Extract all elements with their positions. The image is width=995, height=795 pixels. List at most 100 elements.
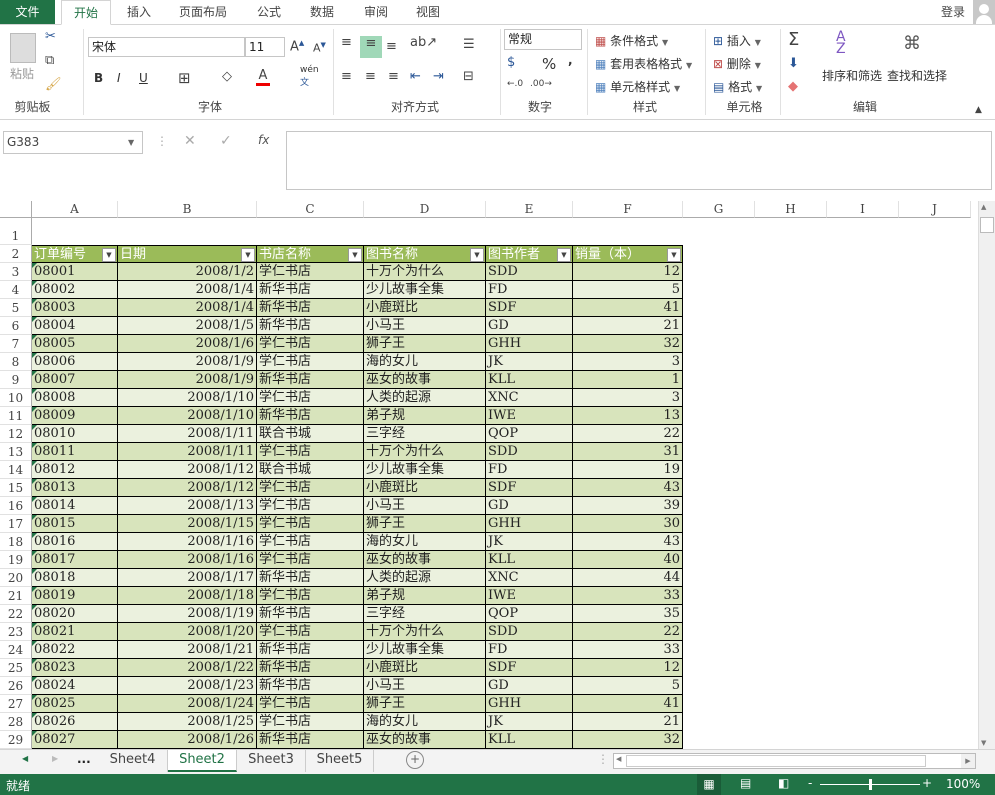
table-cell[interactable]: XNC: [486, 389, 573, 407]
table-cell[interactable]: FD: [486, 641, 573, 659]
column-header[interactable]: E: [486, 201, 573, 218]
row-header[interactable]: 14: [0, 461, 32, 479]
font-name-select[interactable]: 宋体: [88, 37, 245, 57]
table-cell[interactable]: 小马王: [364, 497, 486, 515]
table-cell[interactable]: SDF: [486, 659, 573, 677]
table-cell[interactable]: 联合书城: [257, 461, 364, 479]
table-cell[interactable]: 新华书店: [257, 569, 364, 587]
table-cell[interactable]: 21: [573, 713, 683, 731]
find-select-button[interactable]: 查找和选择: [887, 67, 947, 84]
bold-button[interactable]: B: [94, 71, 103, 85]
table-cell[interactable]: XNC: [486, 569, 573, 587]
tab-page-layout[interactable]: 页面布局: [172, 0, 234, 25]
table-cell[interactable]: 三字经: [364, 425, 486, 443]
filter-dropdown-button[interactable]: ▼: [667, 248, 681, 262]
table-cell[interactable]: GHH: [486, 515, 573, 533]
row-header[interactable]: 7: [0, 335, 32, 353]
table-cell[interactable]: 32: [573, 335, 683, 353]
zoom-out-button[interactable]: -: [808, 776, 812, 790]
decrease-decimal-icon[interactable]: .00→: [530, 79, 552, 89]
table-cell[interactable]: 学仁书店: [257, 497, 364, 515]
table-cell[interactable]: 2008/1/5: [118, 317, 257, 335]
table-cell[interactable]: 学仁书店: [257, 623, 364, 641]
table-cell[interactable]: 41: [573, 695, 683, 713]
table-cell[interactable]: SDD: [486, 623, 573, 641]
table-cell[interactable]: 2008/1/11: [118, 425, 257, 443]
table-cell[interactable]: 2008/1/11: [118, 443, 257, 461]
table-cell[interactable]: FD: [486, 461, 573, 479]
sort-filter-button[interactable]: 排序和筛选: [822, 67, 882, 84]
table-cell[interactable]: 2008/1/23: [118, 677, 257, 695]
table-cell[interactable]: 学仁书店: [257, 353, 364, 371]
table-cell[interactable]: 2008/1/2: [118, 263, 257, 281]
login-link[interactable]: 登录: [935, 0, 971, 25]
table-cell[interactable]: 巫女的故事: [364, 551, 486, 569]
table-cell[interactable]: 2008/1/4: [118, 281, 257, 299]
filter-dropdown-button[interactable]: ▼: [241, 248, 255, 262]
table-cell[interactable]: 2008/1/17: [118, 569, 257, 587]
copy-icon[interactable]: ⧉: [45, 53, 54, 68]
table-cell[interactable]: 新华书店: [257, 605, 364, 623]
formula-input[interactable]: [286, 131, 992, 190]
percent-button[interactable]: %: [542, 55, 556, 73]
normal-view-icon[interactable]: ▦: [697, 774, 721, 795]
table-cell[interactable]: 08019: [32, 587, 118, 605]
table-cell[interactable]: 08012: [32, 461, 118, 479]
orientation-icon[interactable]: ab↗: [410, 35, 437, 50]
vertical-scroll-thumb[interactable]: [980, 217, 994, 233]
table-cell[interactable]: 狮子王: [364, 515, 486, 533]
page-layout-view-icon[interactable]: ▤: [740, 776, 751, 790]
table-header-cell[interactable]: 图书名称 ▼: [364, 245, 486, 263]
table-cell[interactable]: 13: [573, 407, 683, 425]
filter-dropdown-button[interactable]: ▼: [348, 248, 362, 262]
paste-button[interactable]: 粘贴: [10, 65, 34, 82]
table-cell[interactable]: 2008/1/20: [118, 623, 257, 641]
align-right-icon[interactable]: ≡: [388, 69, 399, 84]
format-as-table-button[interactable]: ▦ 套用表格格式 ▼: [595, 55, 692, 72]
table-cell[interactable]: KLL: [486, 371, 573, 389]
table-cell[interactable]: 08002: [32, 281, 118, 299]
name-box-dropdown-icon[interactable]: ▼: [128, 138, 134, 147]
table-cell[interactable]: 学仁书店: [257, 263, 364, 281]
table-cell[interactable]: GHH: [486, 695, 573, 713]
table-cell[interactable]: 08011: [32, 443, 118, 461]
table-cell[interactable]: 学仁书店: [257, 389, 364, 407]
table-cell[interactable]: 08020: [32, 605, 118, 623]
table-cell[interactable]: 人类的起源: [364, 389, 486, 407]
table-cell[interactable]: 学仁书店: [257, 533, 364, 551]
zoom-slider-thumb[interactable]: [869, 779, 872, 790]
table-cell[interactable]: 学仁书店: [257, 443, 364, 461]
table-cell[interactable]: 新华书店: [257, 731, 364, 749]
column-header[interactable]: D: [364, 201, 486, 218]
table-cell[interactable]: 39: [573, 497, 683, 515]
row-header[interactable]: 6: [0, 317, 32, 335]
accounting-format-icon[interactable]: $: [507, 55, 515, 70]
insert-function-button[interactable]: fx: [258, 133, 269, 147]
table-cell[interactable]: 2008/1/19: [118, 605, 257, 623]
autosum-icon[interactable]: Σ: [788, 29, 799, 50]
italic-button[interactable]: I: [117, 71, 121, 85]
table-cell[interactable]: 小马王: [364, 677, 486, 695]
cancel-icon[interactable]: ✕: [184, 133, 196, 149]
table-cell[interactable]: 狮子王: [364, 695, 486, 713]
table-cell[interactable]: FD: [486, 281, 573, 299]
row-header[interactable]: 3: [0, 263, 32, 281]
table-cell[interactable]: 新华书店: [257, 641, 364, 659]
table-cell[interactable]: 08014: [32, 497, 118, 515]
table-cell[interactable]: 33: [573, 587, 683, 605]
table-cell[interactable]: 2008/1/10: [118, 407, 257, 425]
tab-split-grip-icon[interactable]: ⋮: [597, 752, 609, 766]
row-header[interactable]: 9: [0, 371, 32, 389]
table-cell[interactable]: 新华书店: [257, 281, 364, 299]
table-cell[interactable]: JK: [486, 713, 573, 731]
tab-view[interactable]: 视图: [408, 0, 448, 25]
table-cell[interactable]: 三字经: [364, 605, 486, 623]
phonetic-button[interactable]: wén 文: [300, 65, 319, 88]
align-top-icon[interactable]: ≡: [341, 35, 352, 50]
table-cell[interactable]: 22: [573, 623, 683, 641]
table-cell[interactable]: 31: [573, 443, 683, 461]
table-header-cell[interactable]: 日期 ▼: [118, 245, 257, 263]
table-cell[interactable]: QOP: [486, 605, 573, 623]
prev-sheet-icon[interactable]: ◀: [22, 754, 28, 763]
sheet-tab[interactable]: Sheet4: [98, 750, 168, 772]
